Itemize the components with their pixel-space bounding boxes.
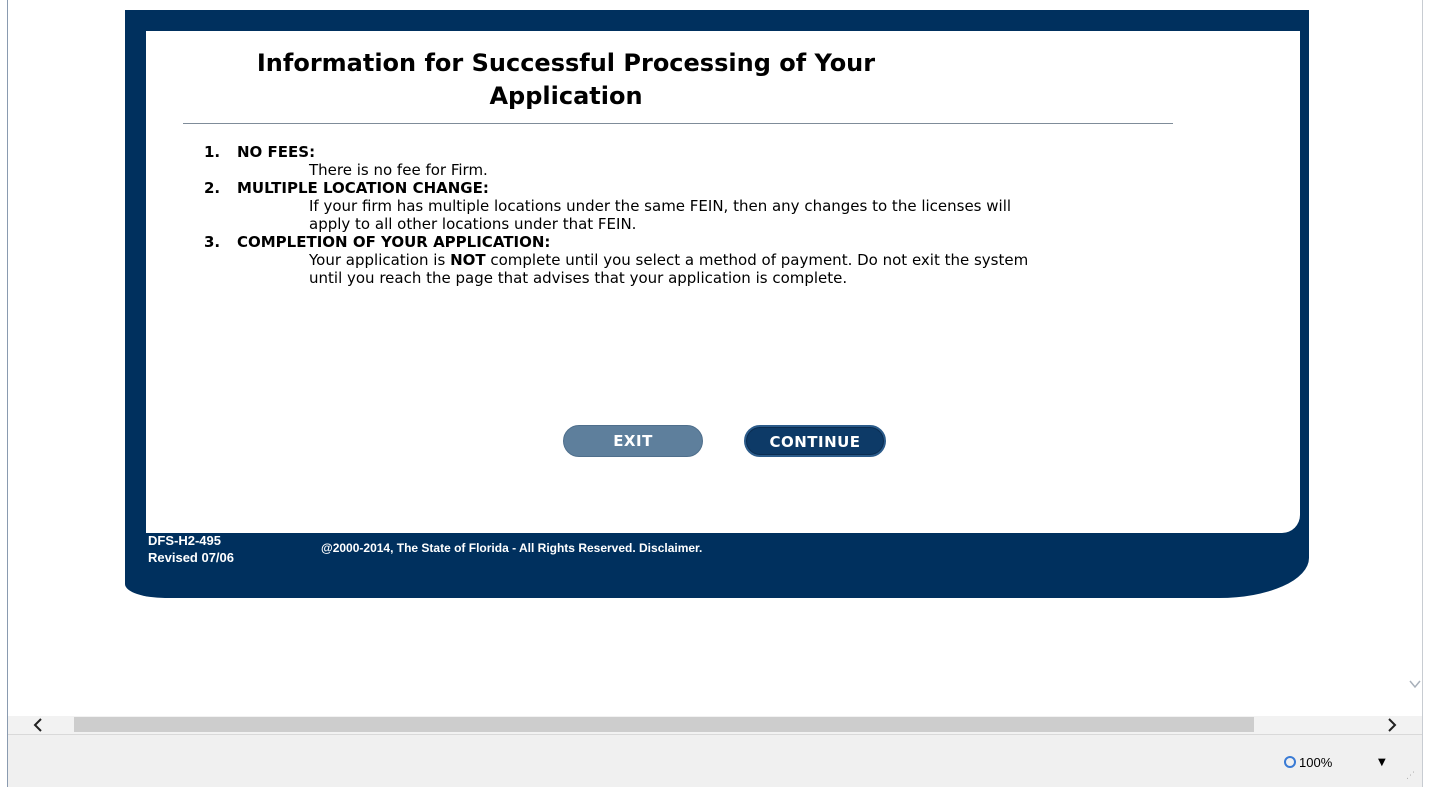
page-frame: Information for Successful Processing of… bbox=[125, 10, 1309, 598]
horizontal-scrollbar[interactable] bbox=[8, 716, 1422, 734]
zoom-control[interactable]: 100% bbox=[1284, 755, 1332, 770]
chevron-down-icon[interactable] bbox=[1407, 676, 1423, 692]
copyright-text: @2000-2014, The State of Florida - All R… bbox=[321, 541, 703, 555]
info-list: 1. NO FEES: There is no fee for Firm. 2. M… bbox=[204, 143, 1104, 287]
form-id: DFS-H2-495 Revised 07/06 bbox=[148, 533, 235, 565]
browser-viewport: Information for Successful Processing of… bbox=[8, 0, 1422, 716]
item-heading: NO FEES: bbox=[237, 143, 316, 161]
item-text: There is no fee for Firm. bbox=[309, 161, 488, 179]
resize-grip-icon[interactable]: ⋰ bbox=[1406, 771, 1418, 783]
horizontal-scroll-thumb[interactable] bbox=[74, 717, 1254, 732]
page-title: Information for Successful Processing of… bbox=[256, 49, 876, 110]
continue-button[interactable]: CONTINUE bbox=[744, 425, 886, 457]
item-text: If your firm has multiple locations unde… bbox=[309, 197, 1012, 233]
list-item: 2. MULTIPLE LOCATION CHANGE: If your firm… bbox=[204, 179, 1104, 233]
zoom-dropdown-icon[interactable]: ▼ bbox=[1378, 757, 1386, 768]
exit-button[interactable]: EXIT bbox=[563, 425, 703, 457]
item-text: Your application is NOT complete until y… bbox=[309, 251, 1029, 287]
list-item: 1. NO FEES: There is no fee for Firm. bbox=[204, 143, 1104, 179]
title-divider bbox=[183, 123, 1173, 124]
vertical-scrollbar-track[interactable] bbox=[1422, 0, 1438, 787]
not-emphasis: NOT bbox=[450, 251, 486, 269]
list-item: 3. COMPLETION OF YOUR APPLICATION: Your a… bbox=[204, 233, 1104, 287]
chevron-left-icon[interactable] bbox=[8, 716, 68, 734]
status-bar: 100% ▼ ⋰ bbox=[8, 734, 1422, 787]
item-heading: COMPLETION OF YOUR APPLICATION: bbox=[237, 233, 551, 251]
item-number: 2. bbox=[204, 179, 221, 197]
content-panel: Information for Successful Processing of… bbox=[146, 31, 1300, 533]
revised-date: Revised 07/06 bbox=[148, 550, 235, 565]
zoom-icon bbox=[1284, 756, 1296, 768]
window-border-left bbox=[0, 0, 8, 787]
item-number: 1. bbox=[204, 143, 221, 161]
chevron-right-icon[interactable] bbox=[1362, 716, 1422, 734]
zoom-level: 100% bbox=[1299, 755, 1333, 770]
item-heading: MULTIPLE LOCATION CHANGE: bbox=[237, 179, 489, 197]
item-number: 3. bbox=[204, 233, 221, 251]
